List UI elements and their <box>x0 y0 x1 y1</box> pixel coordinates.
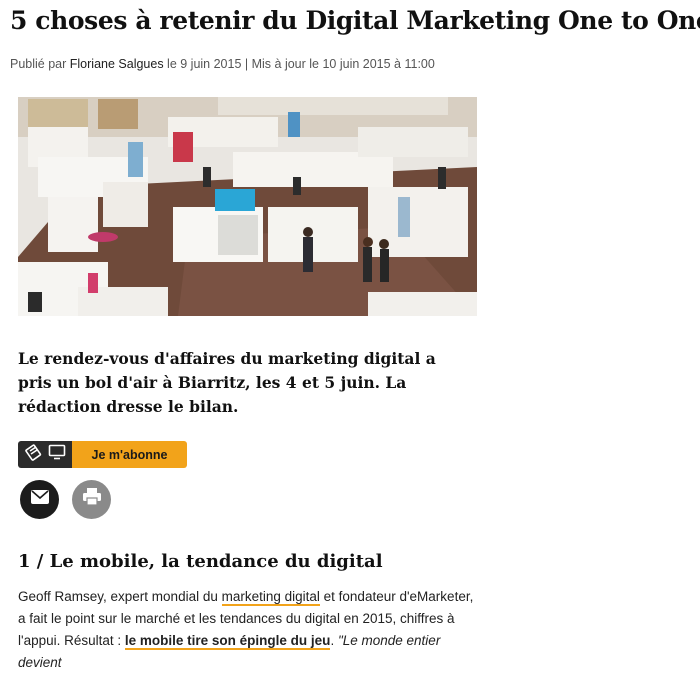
paragraph-text-3: . <box>330 633 338 648</box>
published-prefix: Publié par <box>10 57 70 71</box>
print-icon <box>82 488 102 511</box>
subscribe-widget: Je m'abonne <box>18 441 187 468</box>
author-link[interactable]: Floriane Salgues <box>70 57 164 71</box>
article-lead: Le rendez-vous d'affaires du marketing d… <box>18 349 436 416</box>
article-paragraph: Geoff Ramsey, expert mondial du marketin… <box>18 586 480 674</box>
article-title: 5 choses à retenir du Digital Marketing … <box>10 6 700 35</box>
share-email-button[interactable] <box>20 480 59 519</box>
marketing-digital-link[interactable]: marketing digital <box>221 589 320 606</box>
mail-icon <box>30 490 49 509</box>
print-button[interactable] <box>72 480 111 519</box>
monitor-icon <box>48 444 66 465</box>
event-hall-photo <box>18 97 477 316</box>
paragraph-text-1: Geoff Ramsey, expert mondial du <box>18 589 222 604</box>
article-photo <box>18 97 477 316</box>
mobile-link[interactable]: le mobile tire son épingle du jeu <box>124 633 331 650</box>
tablet-icon <box>24 443 43 466</box>
article-meta: Publié par Floriane Salgues le 9 juin 20… <box>10 57 435 71</box>
section-heading: 1 / Le mobile, la tendance du digital <box>18 551 383 572</box>
published-date: le 9 juin 2015 | Mis à jour le 10 juin 2… <box>163 57 435 71</box>
subscribe-icons <box>18 441 72 468</box>
subscribe-button[interactable]: Je m'abonne <box>72 441 187 468</box>
